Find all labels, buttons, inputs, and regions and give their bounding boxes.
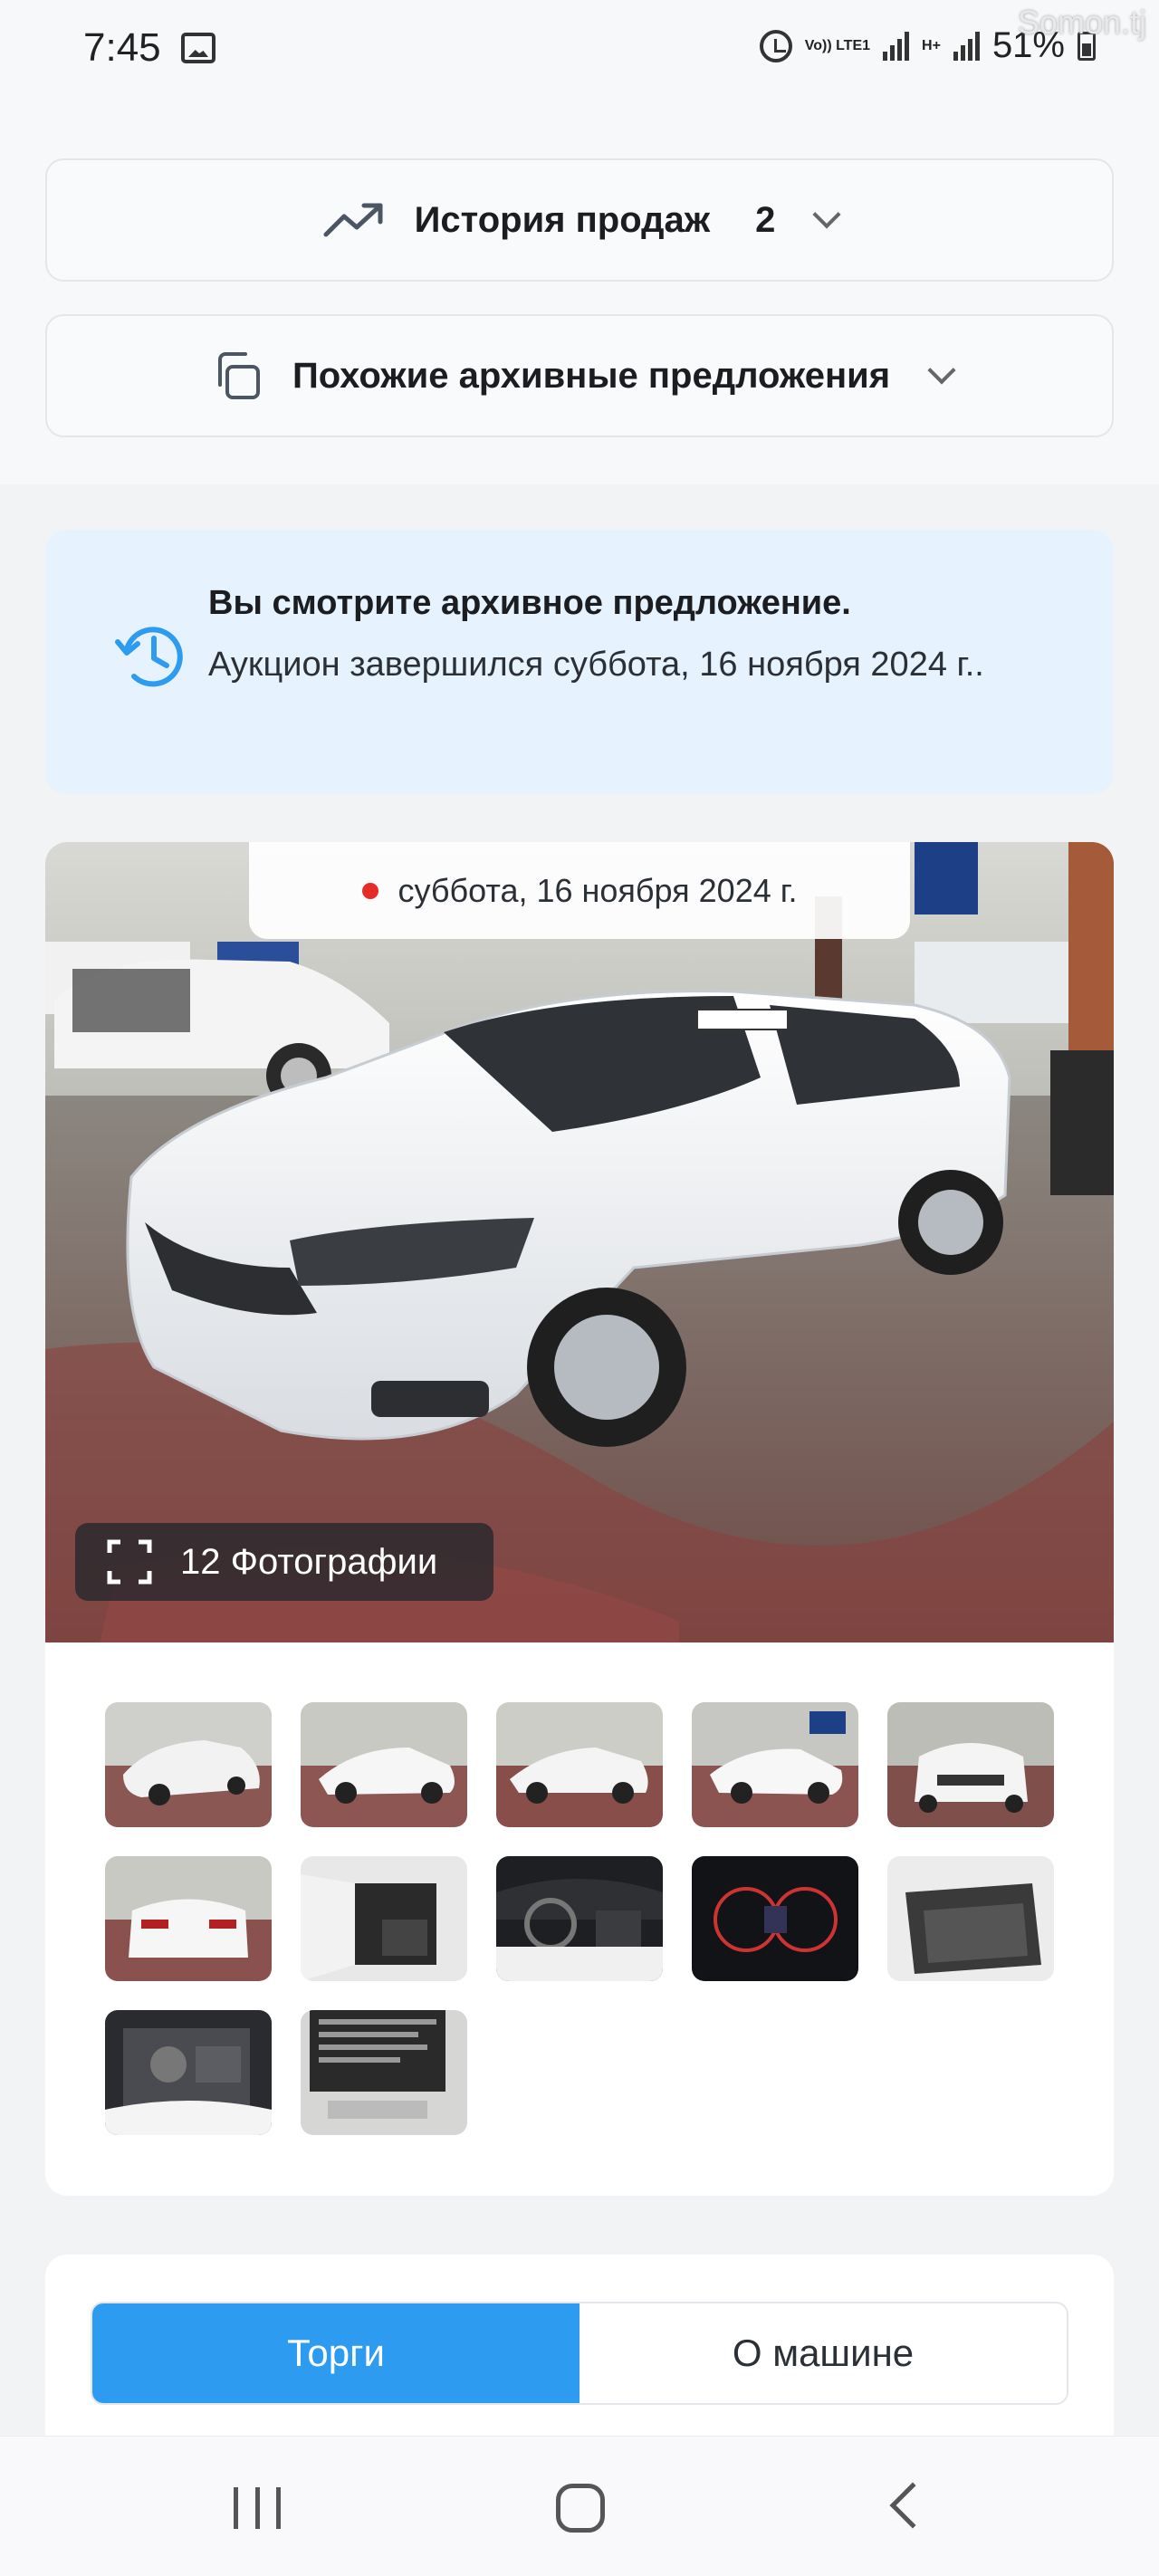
alarm-icon	[759, 29, 792, 62]
status-bar: 7:45 Vo)) LTE1 H+ 51% Somon.tj	[0, 0, 1159, 109]
sales-history-count: 2	[755, 199, 776, 240]
similar-offers-title: Похожие архивные предложения	[292, 355, 891, 396]
chevron-down-icon	[927, 356, 956, 385]
thumbnail-8[interactable]	[496, 1856, 663, 1981]
thumbnail-12[interactable]	[301, 2010, 467, 2135]
similar-archive-offers-accordion[interactable]: Похожие архивные предложения	[45, 314, 1114, 437]
signal-icon	[883, 31, 910, 61]
trend-up-icon	[323, 203, 383, 237]
back-icon[interactable]	[889, 2482, 936, 2529]
thumbnail-1[interactable]	[105, 1702, 272, 1827]
thumbnail-4[interactable]	[692, 1702, 858, 1827]
network-type-label-2: H+	[922, 37, 941, 53]
tab-bids[interactable]: Торги	[92, 2303, 580, 2403]
thumbnail-5[interactable]	[887, 1702, 1054, 1827]
sales-history-accordion[interactable]: История продаж 2	[45, 158, 1114, 282]
tab-about-car[interactable]: О машине	[580, 2303, 1067, 2403]
open-fullscreen-button[interactable]: 12 Фотографии	[75, 1523, 493, 1601]
photo-count-label: 12 Фотографии	[180, 1541, 438, 1582]
system-nav-bar	[0, 2436, 1159, 2576]
home-icon[interactable]	[556, 2484, 605, 2533]
photo-gallery: суббота, 16 ноября 2024 г. 12 Фотографии	[45, 842, 1114, 2196]
gallery-notification-icon	[181, 33, 216, 63]
status-dot	[361, 882, 378, 899]
history-icon	[115, 627, 183, 687]
thumbnail-6[interactable]	[105, 1856, 272, 1981]
recent-apps-icon[interactable]	[234, 2487, 281, 2529]
fullscreen-icon	[107, 1539, 152, 1585]
auction-date: суббота, 16 ноября 2024 г.	[398, 871, 798, 909]
thumbnail-2[interactable]	[301, 1702, 467, 1827]
thumbnail-11[interactable]	[105, 2010, 272, 2135]
auction-date-pill: суббота, 16 ноября 2024 г.	[249, 842, 910, 939]
status-time: 7:45	[83, 25, 161, 70]
notice-text: Аукцион завершился суббота, 16 ноября 20…	[208, 646, 984, 684]
chevron-down-icon	[812, 200, 841, 229]
archive-notice: Вы смотрите архивное предложение. Аукцио…	[45, 530, 1114, 794]
thumbnail-7[interactable]	[301, 1856, 467, 1981]
thumbnail-10[interactable]	[887, 1856, 1054, 1981]
thumbnail-3[interactable]	[496, 1702, 663, 1827]
sales-history-title: История продаж	[414, 199, 711, 240]
signal-icon-2	[953, 31, 980, 61]
notice-title: Вы смотрите архивное предложение.	[208, 584, 851, 622]
thumbnail-9[interactable]	[692, 1856, 858, 1981]
tab-bar: Торги О машине	[91, 2302, 1068, 2405]
copy-icon	[217, 352, 260, 399]
network-type-label: Vo)) LTE1	[804, 37, 871, 53]
lot-details-section: История продаж 2 Похожие архивные предло…	[0, 109, 1159, 484]
tabs-card: Торги О машине	[45, 2255, 1114, 2436]
watermark: Somon.tj	[1017, 4, 1146, 41]
